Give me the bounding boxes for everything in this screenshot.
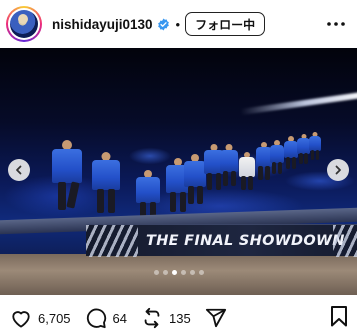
player-figure (239, 152, 255, 192)
player-figure (270, 140, 284, 176)
share-button[interactable] (205, 307, 227, 329)
player-figure (220, 144, 238, 190)
banner-text: THE FINAL SHOWDOWN (146, 232, 345, 249)
repost-button[interactable]: 135 (141, 307, 191, 329)
username-link[interactable]: nishidayuji0130 (52, 17, 153, 32)
carousel-dot (171, 270, 177, 275)
carousel-dot (162, 270, 168, 275)
post-image[interactable]: THE FINAL SHOWDOWN (0, 48, 357, 295)
save-button[interactable] (329, 305, 349, 332)
player-figure (184, 154, 206, 208)
carousel-dot (153, 270, 159, 275)
carousel-indicator (0, 270, 357, 278)
carousel-dot (189, 270, 195, 275)
carousel-next-button[interactable] (327, 159, 349, 181)
avatar[interactable] (6, 6, 42, 42)
comment-count: 64 (112, 310, 128, 326)
comment-button[interactable]: 64 (85, 307, 127, 329)
action-bar: 6,705 64 135 (0, 304, 357, 332)
avatar-image (10, 10, 38, 38)
post-header: nishidayuji0130 • フォロー中 (0, 0, 357, 48)
stage-light (240, 90, 357, 116)
verified-badge-icon (157, 18, 170, 31)
comment-icon (86, 308, 106, 329)
player-figure (92, 152, 120, 216)
heart-icon (12, 311, 30, 328)
carousel-dot (198, 270, 204, 275)
bookmark-icon (331, 305, 347, 326)
carousel-prev-button[interactable] (8, 159, 30, 181)
like-count[interactable]: 6,705 (38, 311, 71, 326)
chevron-right-icon (335, 165, 341, 175)
send-icon (205, 308, 226, 328)
more-horizontal-icon[interactable] (325, 13, 347, 35)
like-button[interactable]: 6,705 (10, 308, 71, 328)
chevron-left-icon (16, 165, 22, 175)
following-button[interactable]: フォロー中 (185, 12, 266, 36)
repost-icon (144, 307, 160, 329)
repost-count: 135 (169, 310, 191, 326)
event-banner: THE FINAL SHOWDOWN (86, 224, 357, 257)
carousel-dot (180, 270, 186, 275)
player-figure (52, 140, 82, 212)
separator-dot: • (175, 16, 181, 32)
player-figure (284, 136, 298, 170)
player-figure (309, 132, 321, 162)
